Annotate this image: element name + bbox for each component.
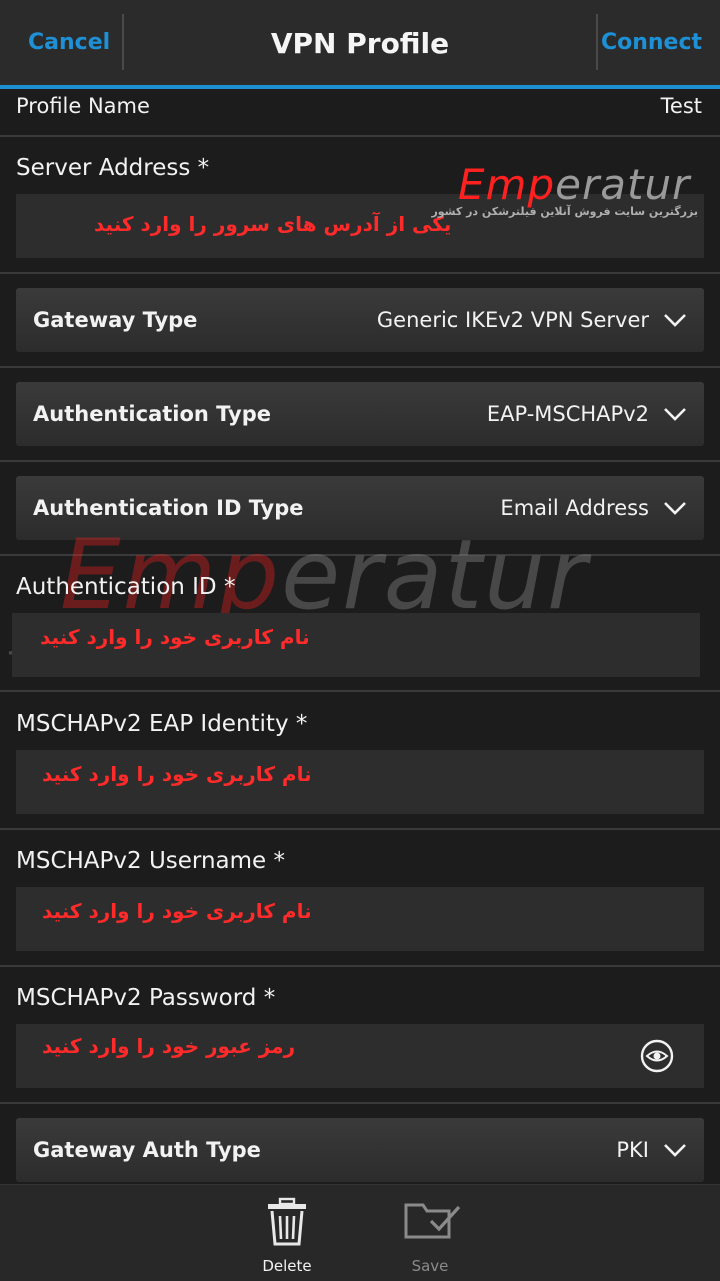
title-bar: Cancel VPN Profile Connect — [0, 0, 720, 89]
authentication-id-label: Authentication ID * — [16, 574, 236, 600]
chevron-down-icon — [664, 1144, 686, 1157]
chevron-down-icon — [664, 502, 686, 515]
divider — [0, 1102, 720, 1104]
authentication-id-type-select[interactable]: Authentication ID Type Email Address — [16, 476, 704, 540]
watermark-logo-small: Emperatur بزرگترین سایت فروش آنلاین فیلت… — [431, 160, 698, 218]
gateway-auth-type-select[interactable]: Gateway Auth Type PKI — [16, 1118, 704, 1182]
profile-name-label: Profile Name — [16, 94, 150, 118]
authentication-id-type-value: Email Address — [500, 496, 649, 520]
server-address-hint: یکی از آدرس های سرور را وارد کنید — [94, 212, 452, 236]
divider — [0, 554, 720, 556]
delete-label: Delete — [262, 1257, 312, 1275]
trash-icon — [268, 1197, 306, 1246]
chevron-down-icon — [664, 314, 686, 327]
gateway-type-label: Gateway Type — [33, 308, 198, 332]
connect-button[interactable]: Connect — [601, 0, 702, 85]
divider — [0, 272, 720, 274]
authentication-id-type-label: Authentication ID Type — [33, 496, 304, 520]
chevron-down-icon — [664, 408, 686, 421]
eye-icon[interactable] — [640, 1039, 674, 1073]
divider — [0, 366, 720, 368]
gateway-auth-type-label: Gateway Auth Type — [33, 1138, 261, 1162]
authentication-type-value: EAP-MSCHAPv2 — [486, 402, 649, 426]
password-hint: رمز عبور خود را وارد کنید — [42, 1034, 296, 1058]
gateway-auth-type-value: PKI — [616, 1138, 649, 1162]
save-button[interactable]: Save — [375, 1185, 485, 1281]
divider — [0, 690, 720, 692]
password-label: MSCHAPv2 Password * — [16, 985, 276, 1011]
delete-button[interactable]: Delete — [232, 1185, 342, 1281]
gateway-type-select[interactable]: Gateway Type Generic IKEv2 VPN Server — [16, 288, 704, 352]
save-label: Save — [411, 1257, 449, 1275]
action-bar: Delete Save — [0, 1184, 720, 1281]
eap-identity-input[interactable]: نام کاربری خود را وارد کنید — [16, 750, 704, 814]
divider — [0, 460, 720, 462]
gateway-type-value: Generic IKEv2 VPN Server — [376, 308, 649, 332]
username-label: MSCHAPv2 Username * — [16, 848, 286, 874]
authentication-type-select[interactable]: Authentication Type EAP-MSCHAPv2 — [16, 382, 704, 446]
eap-identity-label: MSCHAPv2 EAP Identity * — [16, 711, 308, 737]
password-input[interactable]: رمز عبور خود را وارد کنید — [16, 1024, 704, 1088]
watermark-tagline: بزرگترین سایت فروش آنلاین فیلترشکن در کش… — [431, 205, 698, 218]
authentication-id-hint: نام کاربری خود را وارد کنید — [40, 625, 310, 649]
authentication-type-label: Authentication Type — [33, 402, 271, 426]
profile-name-value: Test — [660, 94, 702, 118]
server-address-label: Server Address * — [16, 155, 210, 181]
divider — [0, 828, 720, 830]
username-hint: نام کاربری خود را وارد کنید — [42, 899, 312, 923]
authentication-id-input[interactable]: نام کاربری خود را وارد کنید — [12, 613, 700, 677]
folder-check-icon — [404, 1203, 461, 1239]
eap-identity-hint: نام کاربری خود را وارد کنید — [42, 762, 312, 786]
divider — [0, 135, 720, 137]
username-input[interactable]: نام کاربری خود را وارد کنید — [16, 887, 704, 951]
header-divider-right — [596, 14, 598, 70]
divider — [0, 965, 720, 967]
